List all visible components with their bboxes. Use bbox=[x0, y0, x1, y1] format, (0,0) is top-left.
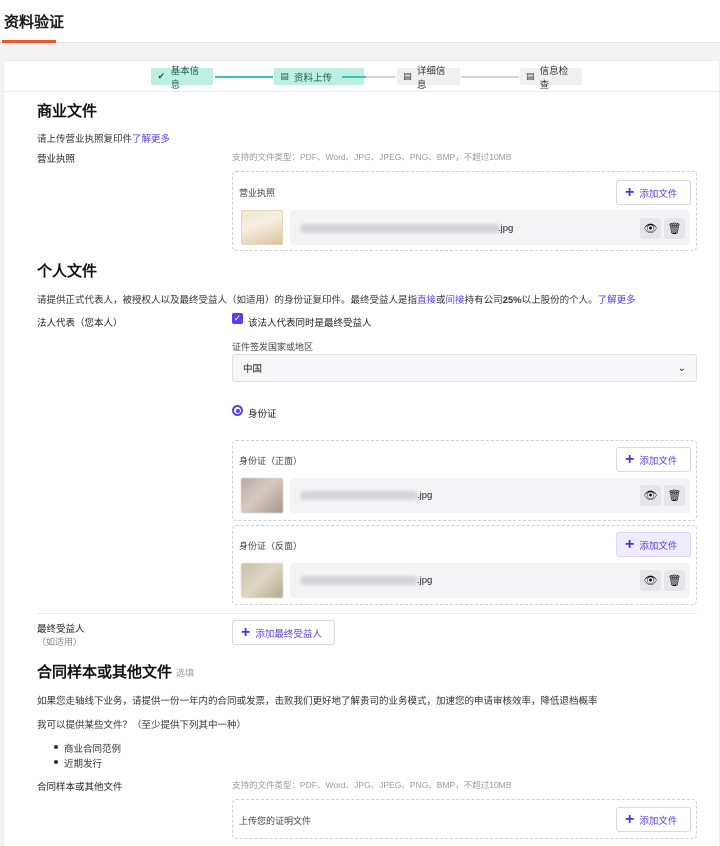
learn-more-link[interactable]: 了解更多 bbox=[598, 295, 636, 306]
id-card-radio[interactable] bbox=[232, 405, 243, 416]
trash-icon[interactable]: 🗑 bbox=[664, 570, 685, 591]
personal-heading: 个人文件 bbox=[37, 263, 98, 280]
business-heading: 商业文件 bbox=[37, 103, 98, 120]
add-file-button[interactable]: + 添加文件 bbox=[616, 447, 691, 472]
file-extension: .jpg bbox=[417, 575, 433, 586]
plus-icon: + bbox=[625, 183, 635, 201]
add-file-button[interactable]: + 添加文件 bbox=[616, 807, 691, 832]
plus-icon: + bbox=[625, 450, 635, 468]
step-connector bbox=[461, 76, 519, 78]
trash-icon[interactable]: 🗑 bbox=[664, 485, 685, 506]
eye-icon[interactable]: 👁 bbox=[640, 485, 661, 506]
bullet bbox=[54, 745, 58, 749]
direct-link[interactable]: 直接 bbox=[417, 295, 436, 306]
plus-icon: + bbox=[241, 623, 251, 641]
step-label: 基本信息 bbox=[170, 65, 200, 91]
bullet bbox=[54, 760, 58, 764]
step-label: 详细信息 bbox=[416, 65, 446, 91]
blurred-filename bbox=[300, 491, 418, 500]
check-icon: ✔ bbox=[157, 71, 166, 81]
optional-tag: 选填 bbox=[176, 668, 195, 678]
file-extension: .jpg bbox=[417, 490, 433, 501]
plus-icon: + bbox=[625, 535, 635, 553]
divider bbox=[3, 91, 720, 92]
contract-row-label: 合同样本或其他文件 bbox=[37, 782, 123, 793]
document-icon: ▤ bbox=[280, 71, 289, 81]
add-ubo-button[interactable]: + 添加最终受益人 bbox=[232, 620, 335, 645]
personal-desc: 请提供正式代表人，被授权人以及最终受益人（如适用）的身份证复印件。最终受益人是指… bbox=[37, 295, 636, 306]
page-title: 资料验证 bbox=[4, 14, 65, 31]
id-front-title: 身份证（正面） bbox=[239, 456, 303, 466]
license-box-title: 营业执照 bbox=[239, 188, 276, 198]
add-file-button[interactable]: + 添加文件 bbox=[616, 180, 691, 205]
id-back-thumbnail[interactable] bbox=[241, 563, 283, 598]
ubo-label: 最终受益人 bbox=[37, 624, 85, 635]
step-label: 信息检查 bbox=[539, 65, 569, 91]
contract-box-title: 上传您的证明文件 bbox=[239, 816, 312, 826]
add-file-button[interactable]: + 添加文件 bbox=[616, 532, 691, 557]
license-row-label: 营业执照 bbox=[37, 154, 76, 165]
trash-icon[interactable]: 🗑 bbox=[664, 218, 685, 239]
step-details[interactable]: ▤ 详细信息 bbox=[397, 66, 460, 91]
contract-question: 我可以提供某些文件？（至少提供下列其中一种） bbox=[37, 720, 247, 731]
id-front-thumbnail[interactable] bbox=[241, 478, 283, 513]
step-review[interactable]: ▤ 信息检查 bbox=[520, 66, 582, 91]
title-underline bbox=[2, 40, 56, 43]
chevron-down-icon: ⌄ bbox=[677, 362, 686, 374]
ubo-sublabel: （如适用） bbox=[37, 637, 83, 647]
file-extension: .jpg bbox=[498, 223, 514, 234]
step-connector bbox=[366, 76, 396, 78]
indirect-link[interactable]: 间接 bbox=[446, 295, 465, 306]
divider bbox=[37, 613, 697, 614]
ubo-checkbox[interactable]: ✓ bbox=[232, 313, 243, 324]
step-connector bbox=[342, 76, 366, 78]
file-type-hint: 支持的文件类型：PDF、Word、JPG、JPEG、PNG、BMP，不超过10M… bbox=[232, 780, 512, 790]
step-basic-info[interactable]: ✔ 基本信息 bbox=[151, 66, 213, 91]
file-type-hint: 支持的文件类型：PDF、Word、JPG、JPEG、PNG、BMP，不超过10M… bbox=[232, 152, 512, 162]
document-icon: ▤ bbox=[526, 71, 535, 81]
checkbox-label: 该法人代表同时是最终受益人 bbox=[248, 318, 372, 329]
id-back-title: 身份证（反面） bbox=[239, 541, 303, 551]
top-bar: 资料验证 bbox=[0, 0, 720, 43]
country-select[interactable]: 中国 ⌄ bbox=[232, 354, 697, 382]
list-item: 近期发行 bbox=[64, 759, 103, 770]
document-icon: ▤ bbox=[403, 71, 412, 81]
learn-more-link[interactable]: 了解更多 bbox=[132, 134, 170, 145]
business-desc: 请上传营业执照复印件了解更多 bbox=[37, 134, 171, 145]
step-label: 资料上传 bbox=[294, 72, 333, 84]
plus-icon: + bbox=[625, 810, 635, 828]
step-connector bbox=[215, 76, 273, 78]
blurred-filename bbox=[300, 576, 418, 585]
legal-rep-label: 法人代表（您本人） bbox=[37, 318, 123, 329]
contract-heading: 合同样本或其他文件 bbox=[37, 664, 173, 681]
eye-icon[interactable]: 👁 bbox=[640, 218, 661, 239]
country-label: 证件签发国家或地区 bbox=[232, 342, 314, 352]
contract-desc: 如果您走轴线下业务，请提供一份一年内的合同或发票，击败我们更好地了解贵司的业务模… bbox=[37, 696, 598, 707]
license-thumbnail[interactable] bbox=[241, 210, 283, 245]
list-item: 商业合同范例 bbox=[64, 744, 122, 755]
radio-label: 身份证 bbox=[248, 409, 277, 420]
eye-icon[interactable]: 👁 bbox=[640, 570, 661, 591]
blurred-filename bbox=[300, 224, 500, 233]
